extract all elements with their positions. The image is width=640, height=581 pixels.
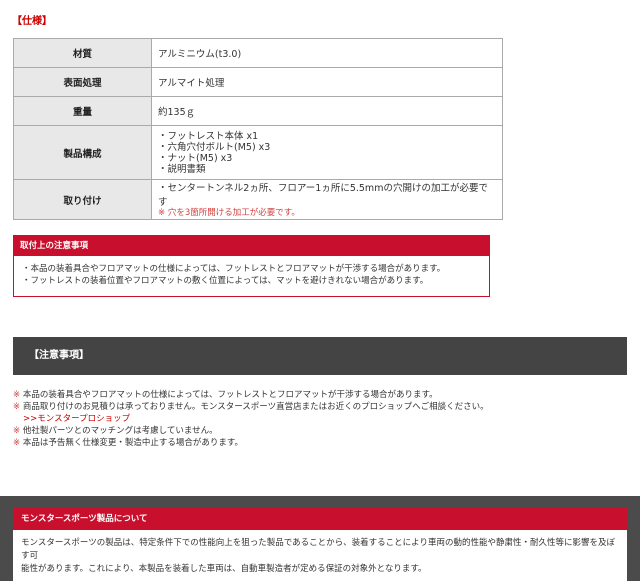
notice-list: ※ 本品の装着具合やフロアマットの仕様によっては、フットレストとフロアマットが干… [13, 389, 489, 449]
note-mark-icon: ※ [13, 438, 21, 448]
spec-value: ・フットレスト本体 x1 ・六角穴付ボルト(M5) x3 ・ナット(M5) x3… [151, 125, 503, 180]
contents-item: ・説明書類 [158, 163, 206, 175]
spec-label: 材質 [13, 38, 152, 68]
spec-row-contents: 製品構成 ・フットレスト本体 x1 ・六角穴付ボルト(M5) x3 ・ナット(M… [13, 125, 503, 180]
spec-title: 【仕様】 [12, 16, 52, 27]
install-caution-box: 取付上の注意事項 ・本品の装着具合やフロアマットの仕様によっては、フットレストと… [13, 235, 490, 297]
spec-label: 取り付け [13, 179, 152, 220]
notice-title: 【注意事項】 [29, 350, 89, 361]
contents-item: ・ナット(M5) x3 [158, 152, 233, 164]
install-caution-line: ・本品の装着具合やフロアマットの仕様によっては、フットレストとフロアマットが干渉… [22, 264, 446, 274]
notice-header-bar: 【注意事項】 [13, 337, 627, 375]
note-mark-icon: ※ [13, 390, 21, 400]
spec-value: アルマイト処理 [151, 67, 503, 97]
install-caution-line: ・フットレストの装着位置やフロアマットの敷く位置によっては、マットを避けきれない… [22, 276, 429, 286]
spec-value: アルミニウム(t3.0) [151, 38, 503, 68]
about-title: モンスタースポーツ製品について [13, 508, 627, 530]
spec-table: 材質 アルミニウム(t3.0) 表面処理 アルマイト処理 重量 約135ｇ 製品… [13, 38, 503, 220]
spec-label: 表面処理 [13, 67, 152, 97]
proshop-link[interactable]: >>モンスタープロショップ [13, 413, 489, 425]
installation-note: ※ 穴を3箇所開ける加工が必要です。 [158, 208, 300, 218]
spec-value: 約135ｇ [151, 96, 503, 126]
about-box: モンスタースポーツ製品について モンスタースポーツの製品は、特定条件下での性能向… [13, 508, 627, 581]
note-mark-icon: ※ [13, 426, 21, 436]
installation-text: ・センタートンネル2ヵ所、フロアー1ヵ所に5.5mmの穴開けの加工が必要です [158, 183, 488, 208]
notice-item: ※ 商品取り付けのお見積りは承っておりません。モンスタースポーツ直営店またはお近… [13, 402, 489, 412]
contents-item: ・フットレスト本体 x1 [158, 130, 259, 142]
about-body: モンスタースポーツの製品は、特定条件下での性能向上を狙った製品であることから、装… [13, 530, 627, 576]
contents-list: ・フットレスト本体 x1 ・六角穴付ボルト(M5) x3 ・ナット(M5) x3… [158, 131, 496, 175]
spec-value: ・センタートンネル2ヵ所、フロアー1ヵ所に5.5mmの穴開けの加工が必要です ※… [151, 179, 503, 220]
spec-row-installation: 取り付け ・センタートンネル2ヵ所、フロアー1ヵ所に5.5mmの穴開けの加工が必… [13, 179, 503, 220]
notice-item: ※ 他社製パーツとのマッチングは考慮していません。 [13, 426, 218, 436]
spec-label: 製品構成 [13, 125, 152, 180]
about-line: モンスタースポーツの製品は、特定条件下での性能向上を狙った製品であることから、装… [21, 538, 615, 561]
contents-item: ・六角穴付ボルト(M5) x3 [158, 141, 271, 153]
install-caution-title: 取付上の注意事項 [14, 236, 489, 256]
note-mark-icon: ※ [13, 402, 21, 412]
install-caution-body: ・本品の装着具合やフロアマットの仕様によっては、フットレストとフロアマットが干渉… [14, 256, 489, 287]
notice-item: ※ 本品は予告無く仕様変更・製造中止する場合があります。 [13, 438, 243, 448]
spec-label: 重量 [13, 96, 152, 126]
spec-row-finish: 表面処理 アルマイト処理 [13, 67, 503, 97]
notice-item: ※ 本品の装着具合やフロアマットの仕様によっては、フットレストとフロアマットが干… [13, 390, 438, 400]
spec-row-weight: 重量 約135ｇ [13, 96, 503, 126]
spec-row-material: 材質 アルミニウム(t3.0) [13, 38, 503, 68]
about-line: 能性があります。これにより、本製品を装着した車両は、自動車製造者が定める保証の対… [21, 564, 427, 574]
